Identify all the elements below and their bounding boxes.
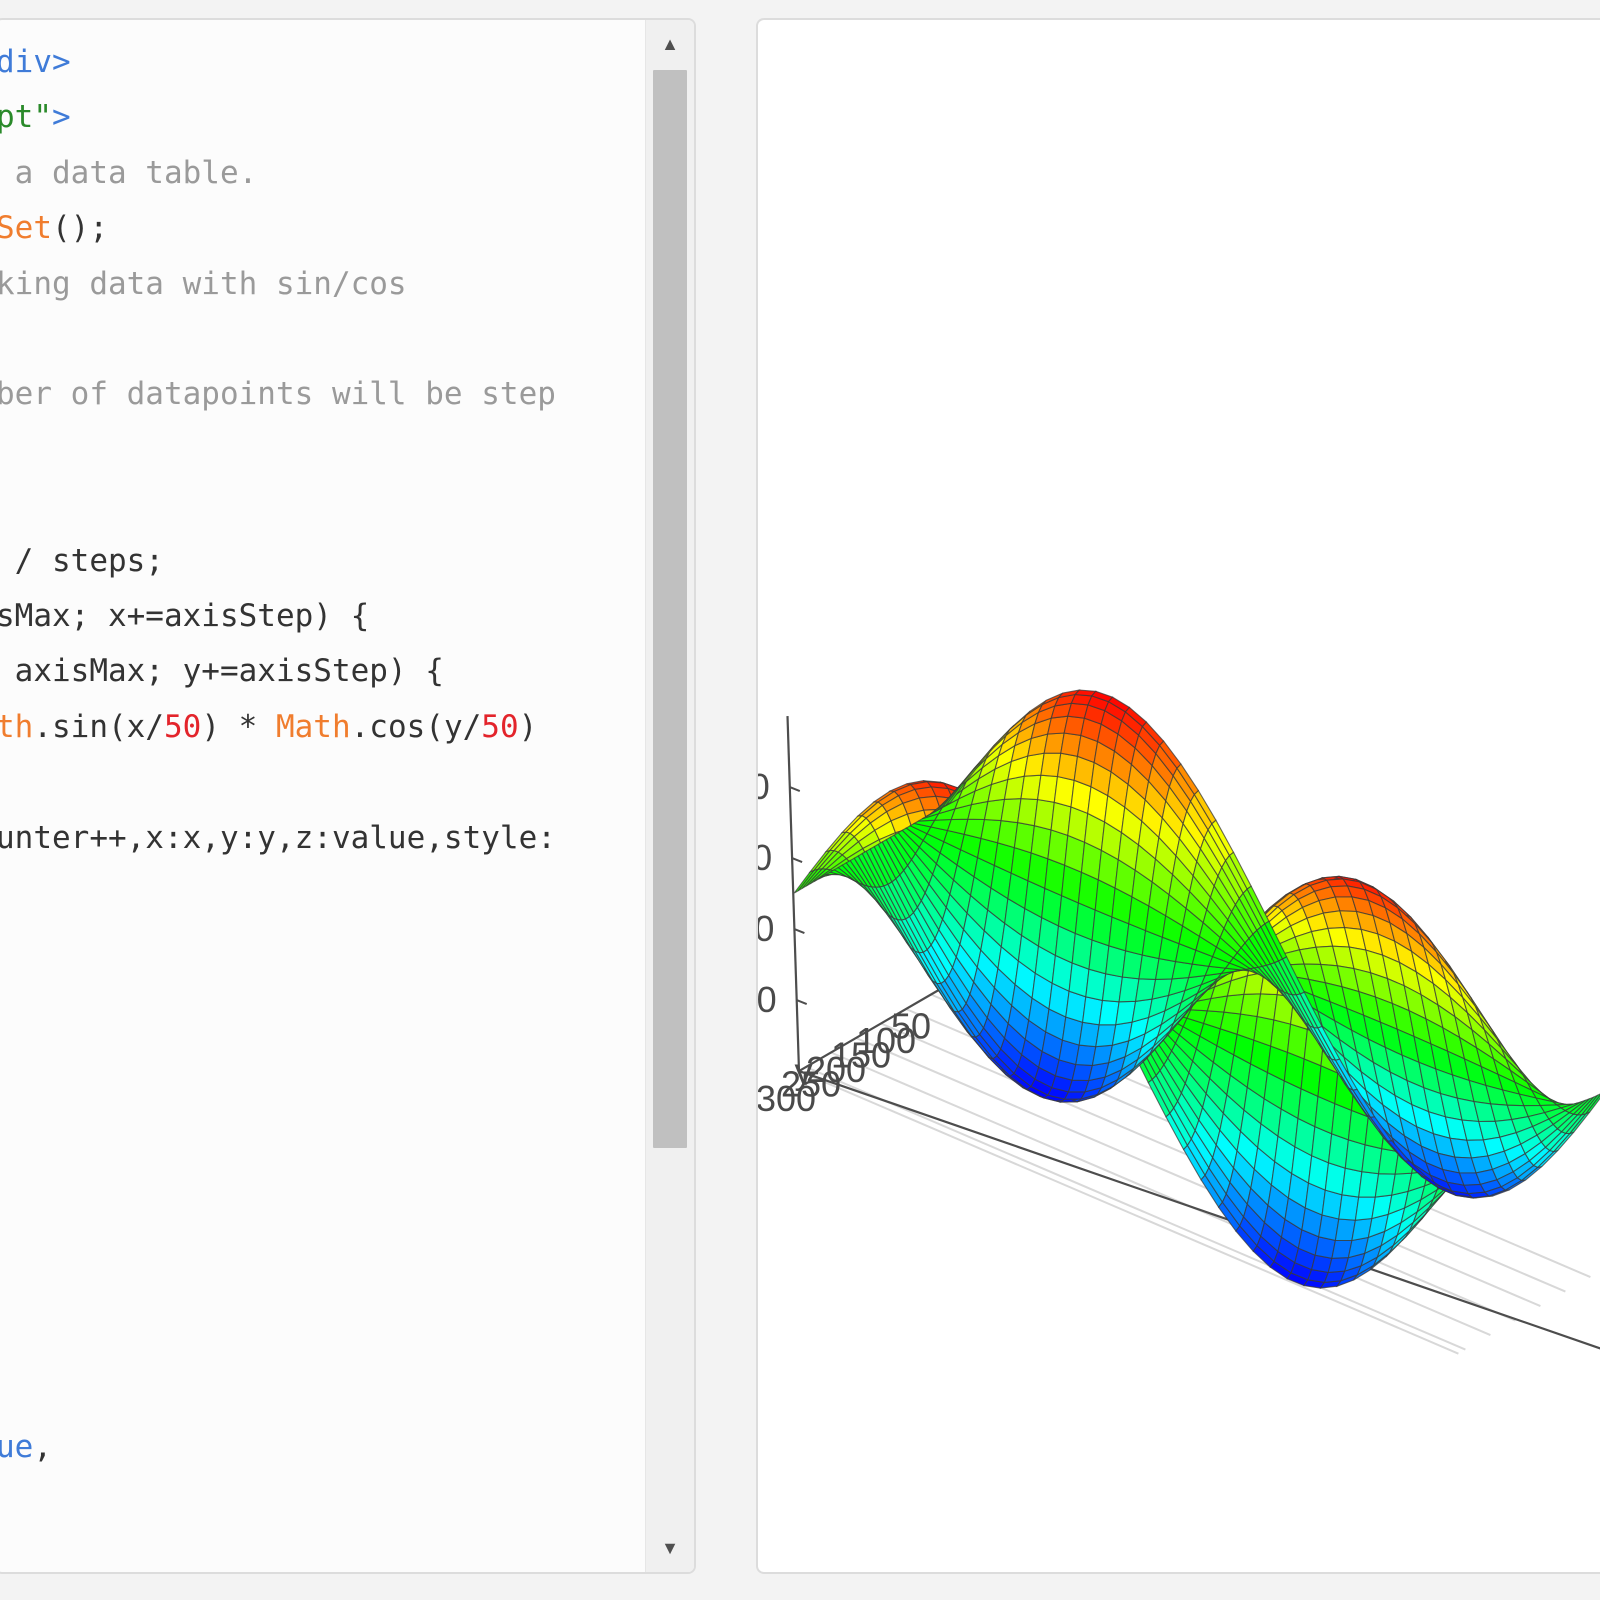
z-tick-mark: [791, 857, 803, 863]
code-line: axisMax; y+=axisStep) {: [0, 651, 444, 691]
code-token: unter++,x:x,y:y,z:value,style:: [0, 819, 556, 856]
code-editor[interactable]: div> pt"> a data table. Set(); king data wi…: [0, 18, 696, 1574]
z-tick-label: 60: [758, 837, 772, 878]
z-tick-label: 20: [758, 979, 777, 1020]
code-token: .sin(x/: [33, 708, 164, 745]
code-line: Set();: [0, 208, 108, 248]
scroll-up-button[interactable]: ▲: [646, 24, 694, 64]
arrow-down-icon: ▼: [661, 1537, 679, 1558]
code-token: axisMax; y+=axisStep) {: [0, 653, 444, 690]
code-token: ,: [33, 1429, 52, 1465]
code-token: king data with sin/cos: [0, 265, 407, 302]
z-tick-mark: [796, 999, 808, 1005]
code-area[interactable]: div> pt"> a data table. Set(); king data wi…: [0, 20, 644, 1572]
code-line: ue,: [0, 1427, 52, 1467]
code-line: sMax; x+=axisStep) {: [0, 596, 369, 636]
scroll-down-button[interactable]: ▼: [646, 1528, 694, 1568]
code-token: ();: [52, 210, 108, 247]
code-token: a data table.: [0, 154, 258, 191]
arrow-up-icon: ▲: [661, 33, 679, 54]
code-line: unter++,x:x,y:y,z:value,style:: [0, 818, 556, 858]
code-token: pt": [0, 99, 52, 136]
code-token: Math: [275, 708, 351, 745]
code-line: king data with sin/cos: [0, 264, 407, 304]
code-line: a data table.: [0, 153, 258, 193]
code-line: / steps;: [0, 541, 164, 581]
code-token: ) *: [201, 708, 276, 745]
code-token: div>: [0, 44, 71, 80]
graph3d-preview[interactable]: 5010015020025030020406080yz: [756, 18, 1600, 1574]
code-token: ber of datapoints will be step: [0, 376, 556, 413]
code-line: div>: [0, 42, 71, 82]
code-token: .cos(y/: [350, 708, 482, 745]
y-axis-title: y: [795, 1050, 813, 1091]
z-tick-mark: [794, 928, 805, 934]
z-tick-label: 40: [758, 908, 774, 949]
code-token: th: [0, 708, 34, 745]
code-token: 50: [481, 708, 519, 745]
z-axis-line: [786, 716, 801, 1072]
vertical-scrollbar[interactable]: ▲ ▼: [645, 20, 694, 1572]
code-token: Set: [0, 210, 52, 247]
z-tick-mark: [789, 786, 801, 792]
scroll-thumb[interactable]: [653, 70, 687, 1148]
code-token: ): [518, 708, 538, 745]
code-token: 50: [163, 708, 202, 745]
code-token: sMax; x+=axisStep) {: [0, 598, 370, 634]
code-token: >: [52, 99, 71, 136]
code-line: th.sin(x/50) * Math.cos(y/50): [0, 707, 537, 747]
code-line: ber of datapoints will be step: [0, 374, 556, 414]
z-tick-label: 80: [758, 766, 770, 807]
code-token: ue: [0, 1429, 34, 1465]
code-token: / steps;: [0, 542, 164, 579]
code-line: pt">: [0, 97, 71, 137]
surface-plot[interactable]: 5010015020025030020406080yz: [758, 20, 1600, 1574]
